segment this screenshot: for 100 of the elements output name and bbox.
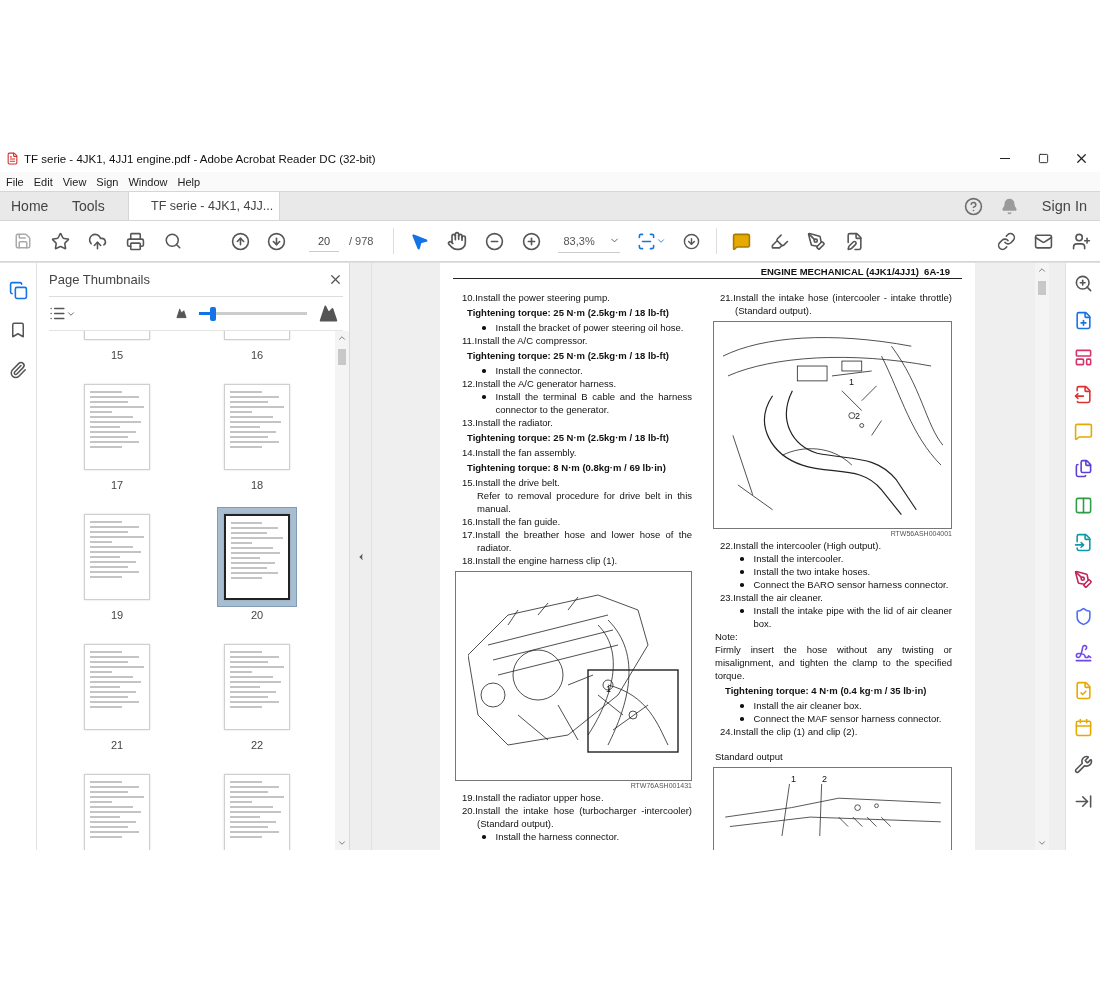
scroll-up-icon[interactable]: [337, 333, 347, 343]
thumbnail-size-slider[interactable]: [199, 306, 307, 321]
pdf-file-icon: [6, 152, 19, 165]
pen-icon[interactable]: [1073, 570, 1093, 589]
expand-icon[interactable]: [1073, 792, 1093, 811]
zoom-in-icon[interactable]: [1073, 274, 1093, 293]
callout-number: 1: [849, 377, 854, 387]
page-number: 15: [110, 349, 124, 363]
bullet-text: Install the connector.: [495, 364, 584, 377]
mail-icon: [1034, 231, 1054, 251]
window-title: TF serie - 4JK1, 4JJ1 engine.pdf - Adobe Acrobat Reader DC (32-bit): [24, 152, 377, 165]
cloud-upload-icon: [88, 231, 108, 251]
shield-icon[interactable]: [1073, 607, 1093, 626]
page-number: 18: [250, 479, 264, 493]
slider-thumb[interactable]: [210, 306, 217, 321]
page-number: 22: [250, 739, 264, 753]
file-pen-icon: [844, 231, 864, 251]
scroll-down-icon[interactable]: [1037, 838, 1047, 848]
step-text: 12.Install the A/C generator harness.: [461, 377, 618, 390]
bullet-icon: [740, 557, 744, 561]
plus-icon: [522, 231, 542, 251]
wrench-icon[interactable]: [1073, 755, 1093, 774]
step-text: 15.Install the drive belt.: [461, 476, 561, 489]
page-number: 16: [250, 349, 264, 363]
fit-page-icon: [636, 231, 656, 251]
bullet-text: Install the bracket of power steering oil hose.: [495, 321, 685, 334]
columns-icon[interactable]: [1073, 496, 1093, 515]
export-file-icon[interactable]: [1073, 385, 1093, 404]
bullet-icon: [482, 326, 486, 330]
paperclip-icon: [9, 361, 27, 379]
bullet-text: Connect the MAF sensor harness connector.: [753, 712, 943, 725]
menu-item[interactable]: Sign: [93, 175, 126, 188]
bullet-icon: [482, 835, 486, 839]
bell-icon: [1001, 197, 1019, 215]
menu-item[interactable]: Help: [174, 175, 208, 188]
tab[interactable]: Home: [0, 192, 61, 220]
step-text: 18.Install the engine harness clip (1).: [461, 554, 619, 567]
thumbnail-options-button[interactable]: [49, 305, 76, 322]
help-icon: [964, 196, 984, 216]
sign-in-button[interactable]: Sign In: [1027, 192, 1100, 220]
step-text: 16.Install the fan guide.: [461, 515, 562, 528]
note-text: Standard output: [714, 750, 784, 763]
step-text: 10.Install the power steering pump.: [461, 291, 611, 304]
note-text: Firmly insert the hose without any twisting or misalignment, and tighten the clamp to the specified torque.: [714, 643, 952, 682]
bullet-text: Connect the BARO sensor harness connector.: [753, 578, 950, 591]
scrollbar-thumb[interactable]: [1038, 281, 1046, 295]
step-text: 19.Install the radiator upper hose.: [461, 791, 605, 804]
bullet-icon: [740, 570, 744, 574]
step-text: 21.Install the intake hose (intercooler - intake throttle) (Standard output).: [719, 291, 952, 317]
callout-number: 1: [606, 684, 611, 694]
bullet-text: Install the two intake hoses.: [753, 565, 872, 578]
scrollbar[interactable]: [335, 331, 349, 850]
file-check-icon[interactable]: [1073, 681, 1093, 700]
torque-spec: Tightening torque: 25 N·m (2.5kg·m / 18 lb-ft): [466, 430, 670, 445]
tab[interactable]: TF serie - 4JK1, 4JJ...: [128, 192, 280, 220]
bullet-text: Install the harness connector.: [495, 830, 621, 843]
bullet-icon: [740, 609, 744, 613]
search-icon: [163, 232, 182, 250]
torque-spec: Tightening torque: 25 N·m (2.5kg·m / 18 lb-ft): [466, 305, 670, 320]
step-text: 24.Install the clip (1) and clip (2).: [719, 725, 859, 738]
step-text: 14.Install the fan assembly.: [461, 446, 578, 459]
arrow-down-icon: [266, 231, 286, 251]
page-thumbnail[interactable]: [217, 507, 297, 607]
list-icon: [49, 305, 66, 322]
page-number: 20: [250, 609, 264, 623]
printer-icon: [125, 231, 145, 251]
menu-item[interactable]: File: [3, 175, 31, 188]
tab[interactable]: Tools: [61, 192, 128, 220]
link-icon: [996, 231, 1016, 251]
bullet-text: Install the intake pipe with the lid of air cleaner box.: [753, 604, 952, 630]
menu-item[interactable]: Window: [125, 175, 175, 188]
scroll-up-icon[interactable]: [1037, 265, 1047, 275]
callout-number: 1: [791, 774, 796, 784]
menu-item[interactable]: View: [59, 175, 94, 188]
file-input-icon[interactable]: [1073, 533, 1093, 552]
menu-item[interactable]: Edit: [30, 175, 60, 188]
minus-icon: [484, 231, 504, 251]
page-number: 21: [110, 739, 124, 753]
bullet-icon: [482, 369, 486, 373]
zoom-field[interactable]: 83,3%: [558, 229, 621, 253]
files-icon[interactable]: [1073, 459, 1093, 478]
page-number: 17: [110, 479, 124, 493]
arrow-up-icon: [230, 231, 250, 251]
page-header: ENGINE MECHANICAL (4JK1/4JJ1) 6A-19: [453, 266, 962, 279]
small-mountain-icon: [176, 308, 187, 319]
close-panel-icon[interactable]: [328, 272, 343, 287]
file-add-icon[interactable]: [1073, 311, 1093, 330]
add-user-icon: [1071, 231, 1091, 251]
bullet-icon: [482, 395, 486, 399]
bullet-icon: [740, 704, 744, 708]
signature-icon[interactable]: [1073, 644, 1093, 663]
callout-number: 2: [855, 411, 860, 421]
scrollbar[interactable]: [1035, 263, 1049, 850]
scroll-down-icon[interactable]: [337, 838, 347, 848]
layout-icon[interactable]: [1073, 348, 1093, 367]
instruction-text: Refer to removal procedure for drive belt in this manual.: [476, 489, 692, 515]
scrollbar-thumb[interactable]: [338, 349, 346, 365]
comment-icon: [732, 231, 752, 251]
pen-icon: [807, 231, 827, 251]
arrow-down-icon: [682, 232, 700, 250]
